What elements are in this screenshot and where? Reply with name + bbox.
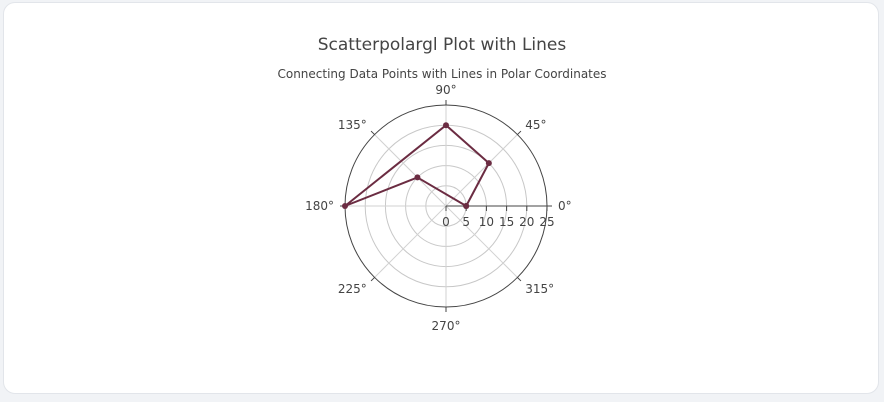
angular-tick-label: 135° — [338, 118, 367, 132]
angular-tick-label: 270° — [432, 319, 461, 333]
radial-tick-label: 10 — [479, 215, 494, 229]
data-point — [414, 174, 421, 181]
angular-tick-mark — [370, 130, 375, 135]
angular-gridline — [374, 205, 447, 278]
radial-tick-label: 15 — [499, 215, 514, 229]
data-point — [463, 203, 470, 209]
angular-tick-mark — [517, 277, 522, 282]
angular-tick-label: 45° — [525, 118, 546, 132]
data-point — [342, 203, 348, 209]
angular-tick-label: 180° — [305, 199, 334, 213]
angular-tick-mark — [517, 130, 522, 135]
radial-tick-label: 25 — [539, 215, 554, 229]
data-point — [443, 122, 449, 129]
polar-chart: 0 5 10 15 20 25 0° 45° 90° 135° 180° 225° 270° 315° — [305, 83, 572, 333]
angular-tick-label: 225° — [338, 282, 367, 296]
radial-tick-label: 0 — [442, 215, 450, 229]
angular-tick-mark — [370, 277, 375, 282]
angular-tick-label: 90° — [435, 83, 456, 97]
data-series — [342, 122, 492, 209]
angular-tick-label: 315° — [525, 282, 554, 296]
angular-gridline — [374, 134, 447, 207]
angular-gridline — [445, 134, 518, 207]
radial-tick-label: 20 — [519, 215, 534, 229]
angular-tick-label: 0° — [558, 199, 572, 213]
data-point — [485, 160, 492, 167]
radial-tick-label: 5 — [462, 215, 470, 229]
